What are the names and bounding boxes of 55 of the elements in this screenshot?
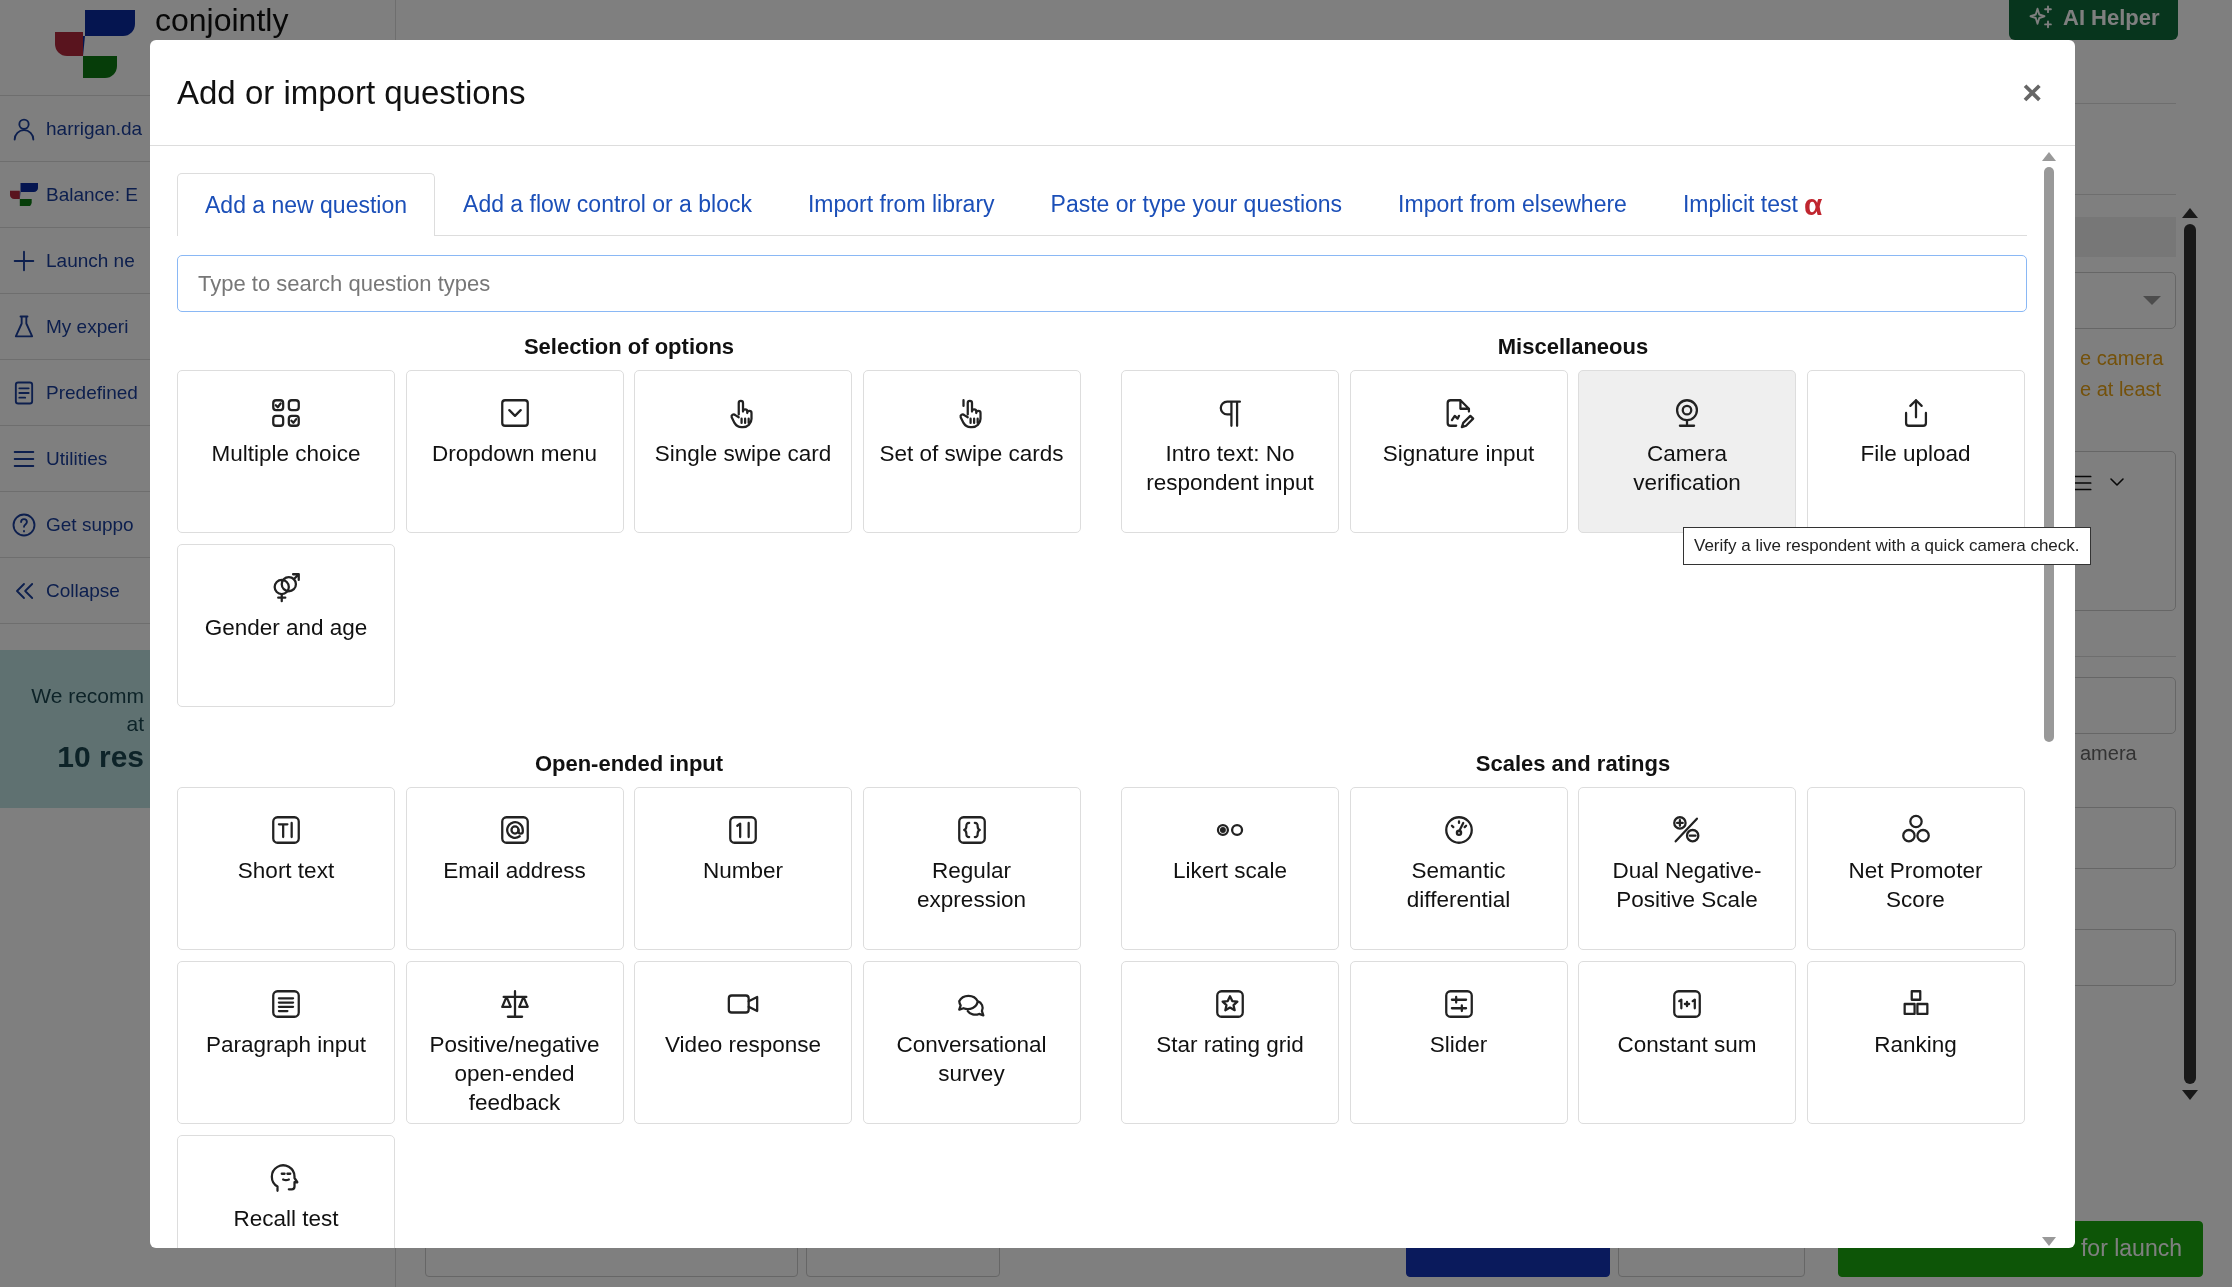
sum-box-icon xyxy=(1670,987,1704,1021)
question-type-card[interactable]: Star rating grid xyxy=(1121,961,1339,1124)
close-button[interactable]: × xyxy=(2016,73,2048,112)
section-title: Scales and ratings xyxy=(1475,751,1671,777)
dialog-title: Add or import questions xyxy=(177,73,526,112)
warning-text: e camera e at least xyxy=(2079,346,2165,402)
tab[interactable]: Import from elsewhere xyxy=(1370,173,1655,235)
question-type-card[interactable]: Semantic differential xyxy=(1349,787,1568,950)
star-box-icon xyxy=(1213,987,1247,1021)
text-cursor-icon xyxy=(269,813,303,847)
caret-icon xyxy=(2143,296,2161,305)
question-type-card[interactable]: Dropdown menu xyxy=(405,370,624,533)
tab[interactable]: Add a new question xyxy=(177,173,436,236)
section-title: Miscellaneous xyxy=(1497,334,1649,360)
question-type-card[interactable]: Multiple choice xyxy=(177,370,395,533)
scrollbar[interactable] xyxy=(2180,208,2200,1100)
question-type-card[interactable]: Camera verification xyxy=(1578,370,1796,533)
hint-text: amera xyxy=(2079,742,2138,765)
checkbox-grid-icon xyxy=(269,396,303,430)
question-type-card[interactable]: Email address xyxy=(405,787,624,950)
question-type-card[interactable]: Dual Negative-Positive Scale xyxy=(1578,787,1796,950)
question-type-card[interactable]: Ranking xyxy=(1806,961,2025,1124)
question-type-card[interactable]: Regular expression xyxy=(862,787,1081,950)
question-type-card[interactable]: Gender and age xyxy=(177,544,395,707)
question-type-card[interactable]: Positive/negative open-ended feedback xyxy=(405,961,624,1124)
section-title: Selection of options xyxy=(523,334,735,360)
logo-icon xyxy=(10,182,38,207)
search-field[interactable]: Type to search question types xyxy=(177,255,2027,312)
paragraph-lines-icon xyxy=(269,987,303,1021)
number-box-icon xyxy=(726,813,760,847)
question-type-card[interactable]: Short text xyxy=(177,787,395,950)
question-type-card[interactable]: Paragraph input xyxy=(177,961,395,1124)
banner-text: 10 res xyxy=(57,740,144,774)
question-type-card[interactable]: Set of swipe cards xyxy=(862,370,1081,533)
question-type-card[interactable]: Number xyxy=(634,787,852,950)
question-type-card[interactable]: Video response xyxy=(634,961,852,1124)
tab[interactable]: Paste or type your questions xyxy=(1022,173,1371,235)
question-type-card[interactable]: Conversational survey xyxy=(862,961,1081,1124)
question-type-card[interactable]: Signature input xyxy=(1349,370,1568,533)
question-type-card[interactable]: Single swipe card xyxy=(634,370,852,533)
question-type-card[interactable]: Slider xyxy=(1349,961,1568,1124)
section-title: Open-ended input xyxy=(534,751,724,777)
banner-text: We recomm xyxy=(31,684,144,708)
question-type-card[interactable]: Recall test xyxy=(177,1135,395,1248)
question-type-card[interactable]: Likert scale xyxy=(1121,787,1339,950)
question-type-card[interactable]: Net Promoter Score xyxy=(1806,787,2025,950)
tab[interactable]: Import from library xyxy=(780,173,1023,235)
question-type-card[interactable]: Intro text: No respondent input xyxy=(1121,370,1339,533)
tooltip: Verify a live respondent with a quick camera check. xyxy=(1683,527,2091,565)
banner-text: at xyxy=(126,712,144,736)
tab[interactable]: Add a flow control or a block xyxy=(435,173,780,235)
question-type-card[interactable]: Constant sum xyxy=(1578,961,1796,1124)
logo-icon xyxy=(55,10,135,78)
tab[interactable]: Implicit test α xyxy=(1654,173,1851,235)
logo-text: conjointly xyxy=(155,4,289,36)
